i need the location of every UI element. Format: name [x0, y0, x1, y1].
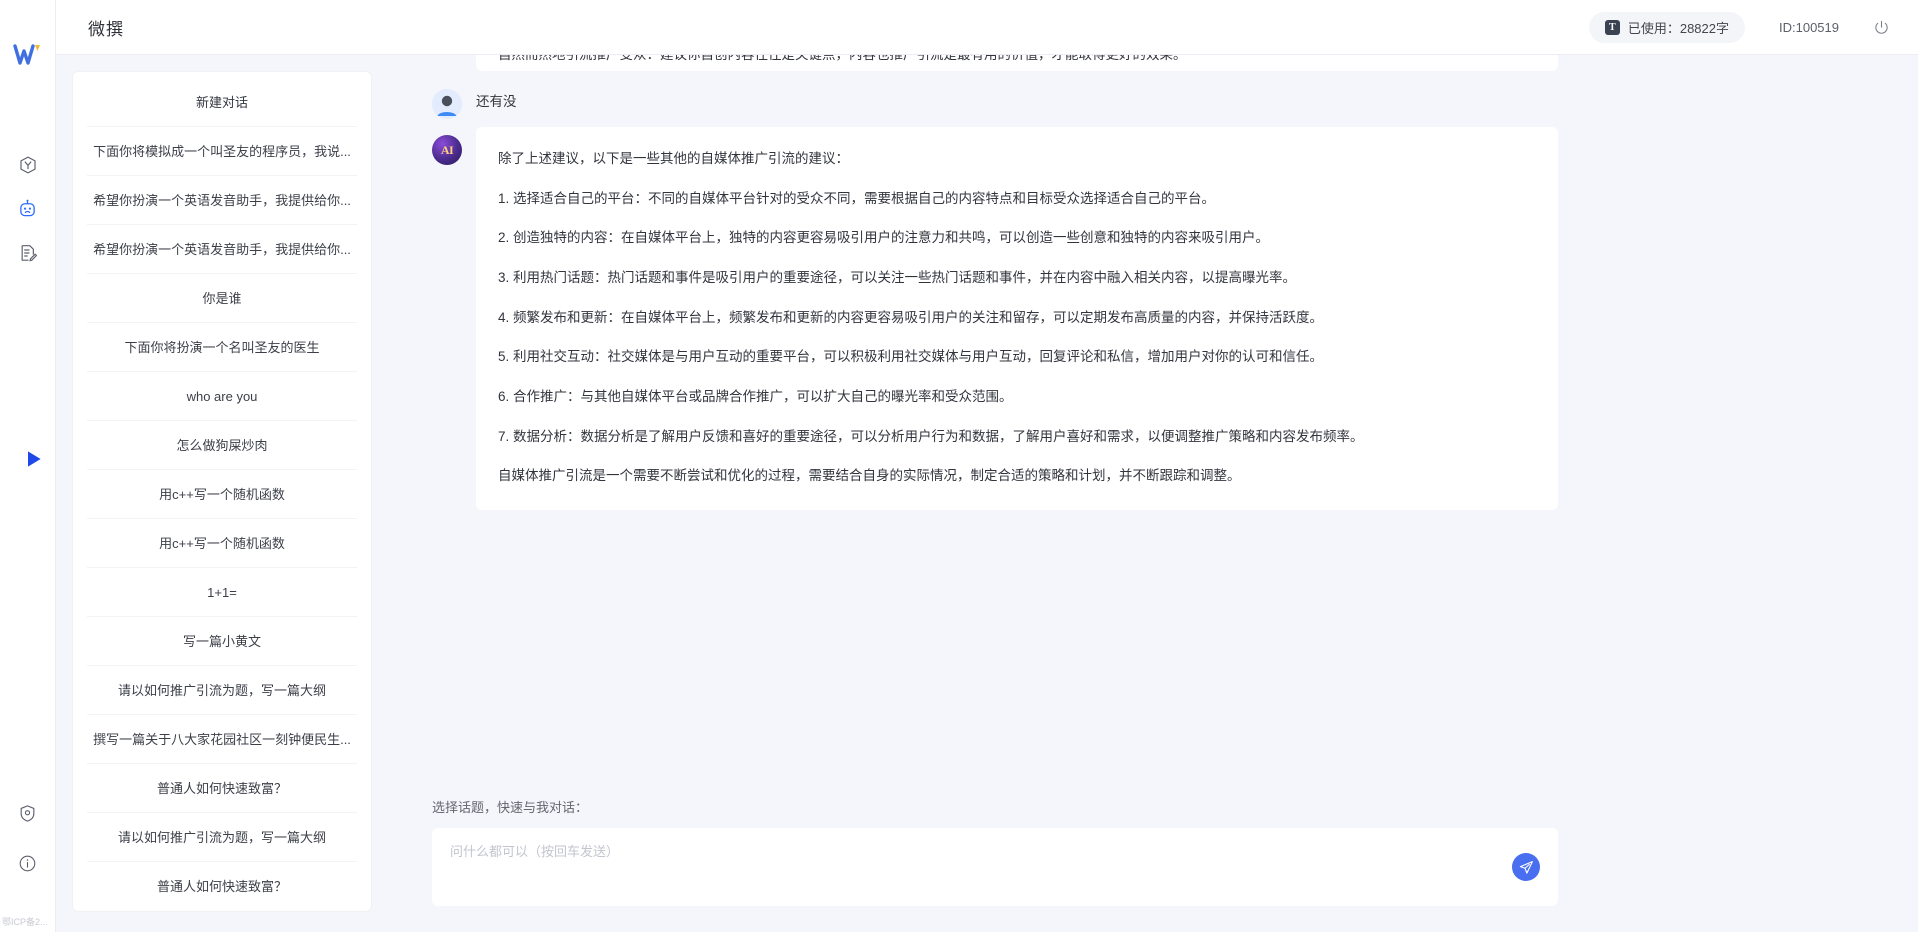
message-ai: AI 除了上述建议，以下是一些其他的自媒体推广引流的建议： 1. 选择适合自己的… — [432, 127, 1558, 510]
token-type-icon: T — [1605, 20, 1620, 35]
composer-box — [432, 828, 1558, 906]
top-bar-right: T 已使用：28822字 ID:100519 — [1589, 12, 1890, 43]
conversation-list: 新建对话 下面你将模拟成一个叫圣友的程序员，我说... 希望你扮演一个英语发音助… — [72, 71, 372, 912]
message-user: 还有没 — [432, 81, 1558, 119]
ai-paragraph: 4. 频繁发布和更新：在自媒体平台上，频繁发布和更新的内容更容易吸引用户的关注和… — [498, 304, 1532, 332]
user-message-text: 还有没 — [476, 81, 1558, 119]
conversation-item[interactable]: 怎么做狗屎炒肉 — [87, 421, 357, 470]
conversation-item[interactable]: 下面你将扮演一个名叫圣友的医生 — [87, 323, 357, 372]
conversation-item[interactable]: 希望你扮演一个英语发音助手，我提供给你... — [87, 225, 357, 274]
conversation-item[interactable]: 请以如何推广引流为题，写一篇大纲 — [87, 666, 357, 715]
robot-assistant-icon[interactable] — [13, 194, 43, 224]
ai-avatar-label: AI — [441, 143, 453, 158]
send-button[interactable] — [1512, 853, 1540, 881]
ai-paragraph: 1. 选择适合自己的平台：不同的自媒体平台针对的受众不同，需要根据自己的内容特点… — [498, 185, 1532, 213]
clipped-previous-message: 自然而然地引流推广受众：建议你自创内容往往是关键点，内容也推广引流是最有用的价值… — [476, 55, 1558, 71]
ai-paragraph: 3. 利用热门话题：热门话题和事件是吸引用户的重要途径，可以关注一些热门话题和事… — [498, 264, 1532, 292]
message-input[interactable] — [450, 842, 1488, 892]
shield-security-icon[interactable] — [13, 798, 43, 828]
body-area: 新建对话 下面你将模拟成一个叫圣友的程序员，我说... 希望你扮演一个英语发音助… — [56, 55, 1918, 932]
conversation-item[interactable]: 撰写一篇关于八大家花园社区一刻钟便民生... — [87, 715, 357, 764]
rail-secondary-nav — [13, 798, 43, 878]
chat-panel: 自然而然地引流推广受众：建议你自创内容往往是关键点，内容也推广引流是最有用的价值… — [372, 55, 1918, 932]
conversation-item[interactable]: 写一篇小黄文 — [87, 617, 357, 666]
composer: 选择话题，快速与我对话： — [372, 797, 1918, 932]
ai-paragraph: 7. 数据分析：数据分析是了解用户反馈和喜好的重要途径，可以分析用户行为和数据，… — [498, 423, 1532, 451]
ai-message-bubble: 除了上述建议，以下是一些其他的自媒体推广引流的建议： 1. 选择适合自己的平台：… — [476, 127, 1558, 510]
conversation-item[interactable]: 你是谁 — [87, 274, 357, 323]
composer-label: 选择话题，快速与我对话： — [432, 797, 1558, 816]
info-circle-icon[interactable] — [13, 848, 43, 878]
ai-paragraph: 自媒体推广引流是一个需要不断尝试和优化的过程，需要结合自身的实际情况，制定合适的… — [498, 462, 1532, 490]
cube-icon[interactable] — [13, 150, 43, 180]
left-icon-rail: 鄂ICP备2... — [0, 0, 56, 932]
conversation-item[interactable]: 普通人如何快速致富？ — [87, 764, 357, 813]
ai-paragraph: 2. 创造独特的内容：在自媒体平台上，独特的内容更容易吸引用户的注意力和共鸣，可… — [498, 224, 1532, 252]
conversation-item[interactable]: 用c++写一个随机函数 — [87, 470, 357, 519]
user-avatar-icon — [432, 89, 462, 119]
conversation-item[interactable]: who are you — [87, 372, 357, 421]
send-paper-plane-icon — [1519, 860, 1534, 875]
rail-primary-nav — [13, 150, 43, 268]
message-list: 自然而然地引流推广受众：建议你自创内容往往是关键点，内容也推广引流是最有用的价值… — [372, 55, 1918, 797]
conversation-item[interactable]: 请以如何推广引流为题，写一篇大纲 — [87, 813, 357, 862]
usage-label: 已使用：28822字 — [1628, 18, 1729, 37]
top-bar: 微撰 T 已使用：28822字 ID:100519 — [56, 0, 1918, 55]
play-triangle-icon[interactable] — [26, 450, 42, 468]
usage-badge: T 已使用：28822字 — [1589, 12, 1745, 43]
ai-paragraph: 5. 利用社交互动：社交媒体是与用户互动的重要平台，可以积极利用社交媒体与用户互… — [498, 343, 1532, 371]
user-id-label: ID:100519 — [1779, 20, 1839, 35]
conversation-item[interactable]: 下面你将模拟成一个叫圣友的程序员，我说... — [87, 127, 357, 176]
ai-paragraph: 6. 合作推广：与其他自媒体平台或品牌合作推广，可以扩大自己的曝光率和受众范围。 — [498, 383, 1532, 411]
icp-license-text: 鄂ICP备2... — [0, 915, 56, 928]
conversation-item[interactable]: 用c++写一个随机函数 — [87, 519, 357, 568]
new-conversation-button[interactable]: 新建对话 — [87, 78, 357, 127]
document-edit-icon[interactable] — [13, 238, 43, 268]
conversation-item[interactable]: 希望你扮演一个英语发音助手，我提供给你... — [87, 176, 357, 225]
app-root: 鄂ICP备2... 微撰 T 已使用：28822字 ID:100519 — [0, 0, 1918, 932]
conversation-item[interactable]: 1+1= — [87, 568, 357, 617]
main-column: 微撰 T 已使用：28822字 ID:100519 新建对话 — [56, 0, 1918, 932]
conversation-item[interactable]: 普通人如何快速致富？ — [87, 862, 357, 911]
app-title: 微撰 — [88, 15, 124, 40]
ai-paragraph: 除了上述建议，以下是一些其他的自媒体推广引流的建议： — [498, 145, 1532, 173]
w-logo-icon — [11, 40, 45, 70]
power-off-icon[interactable] — [1873, 19, 1890, 36]
ai-avatar-icon: AI — [432, 135, 462, 165]
